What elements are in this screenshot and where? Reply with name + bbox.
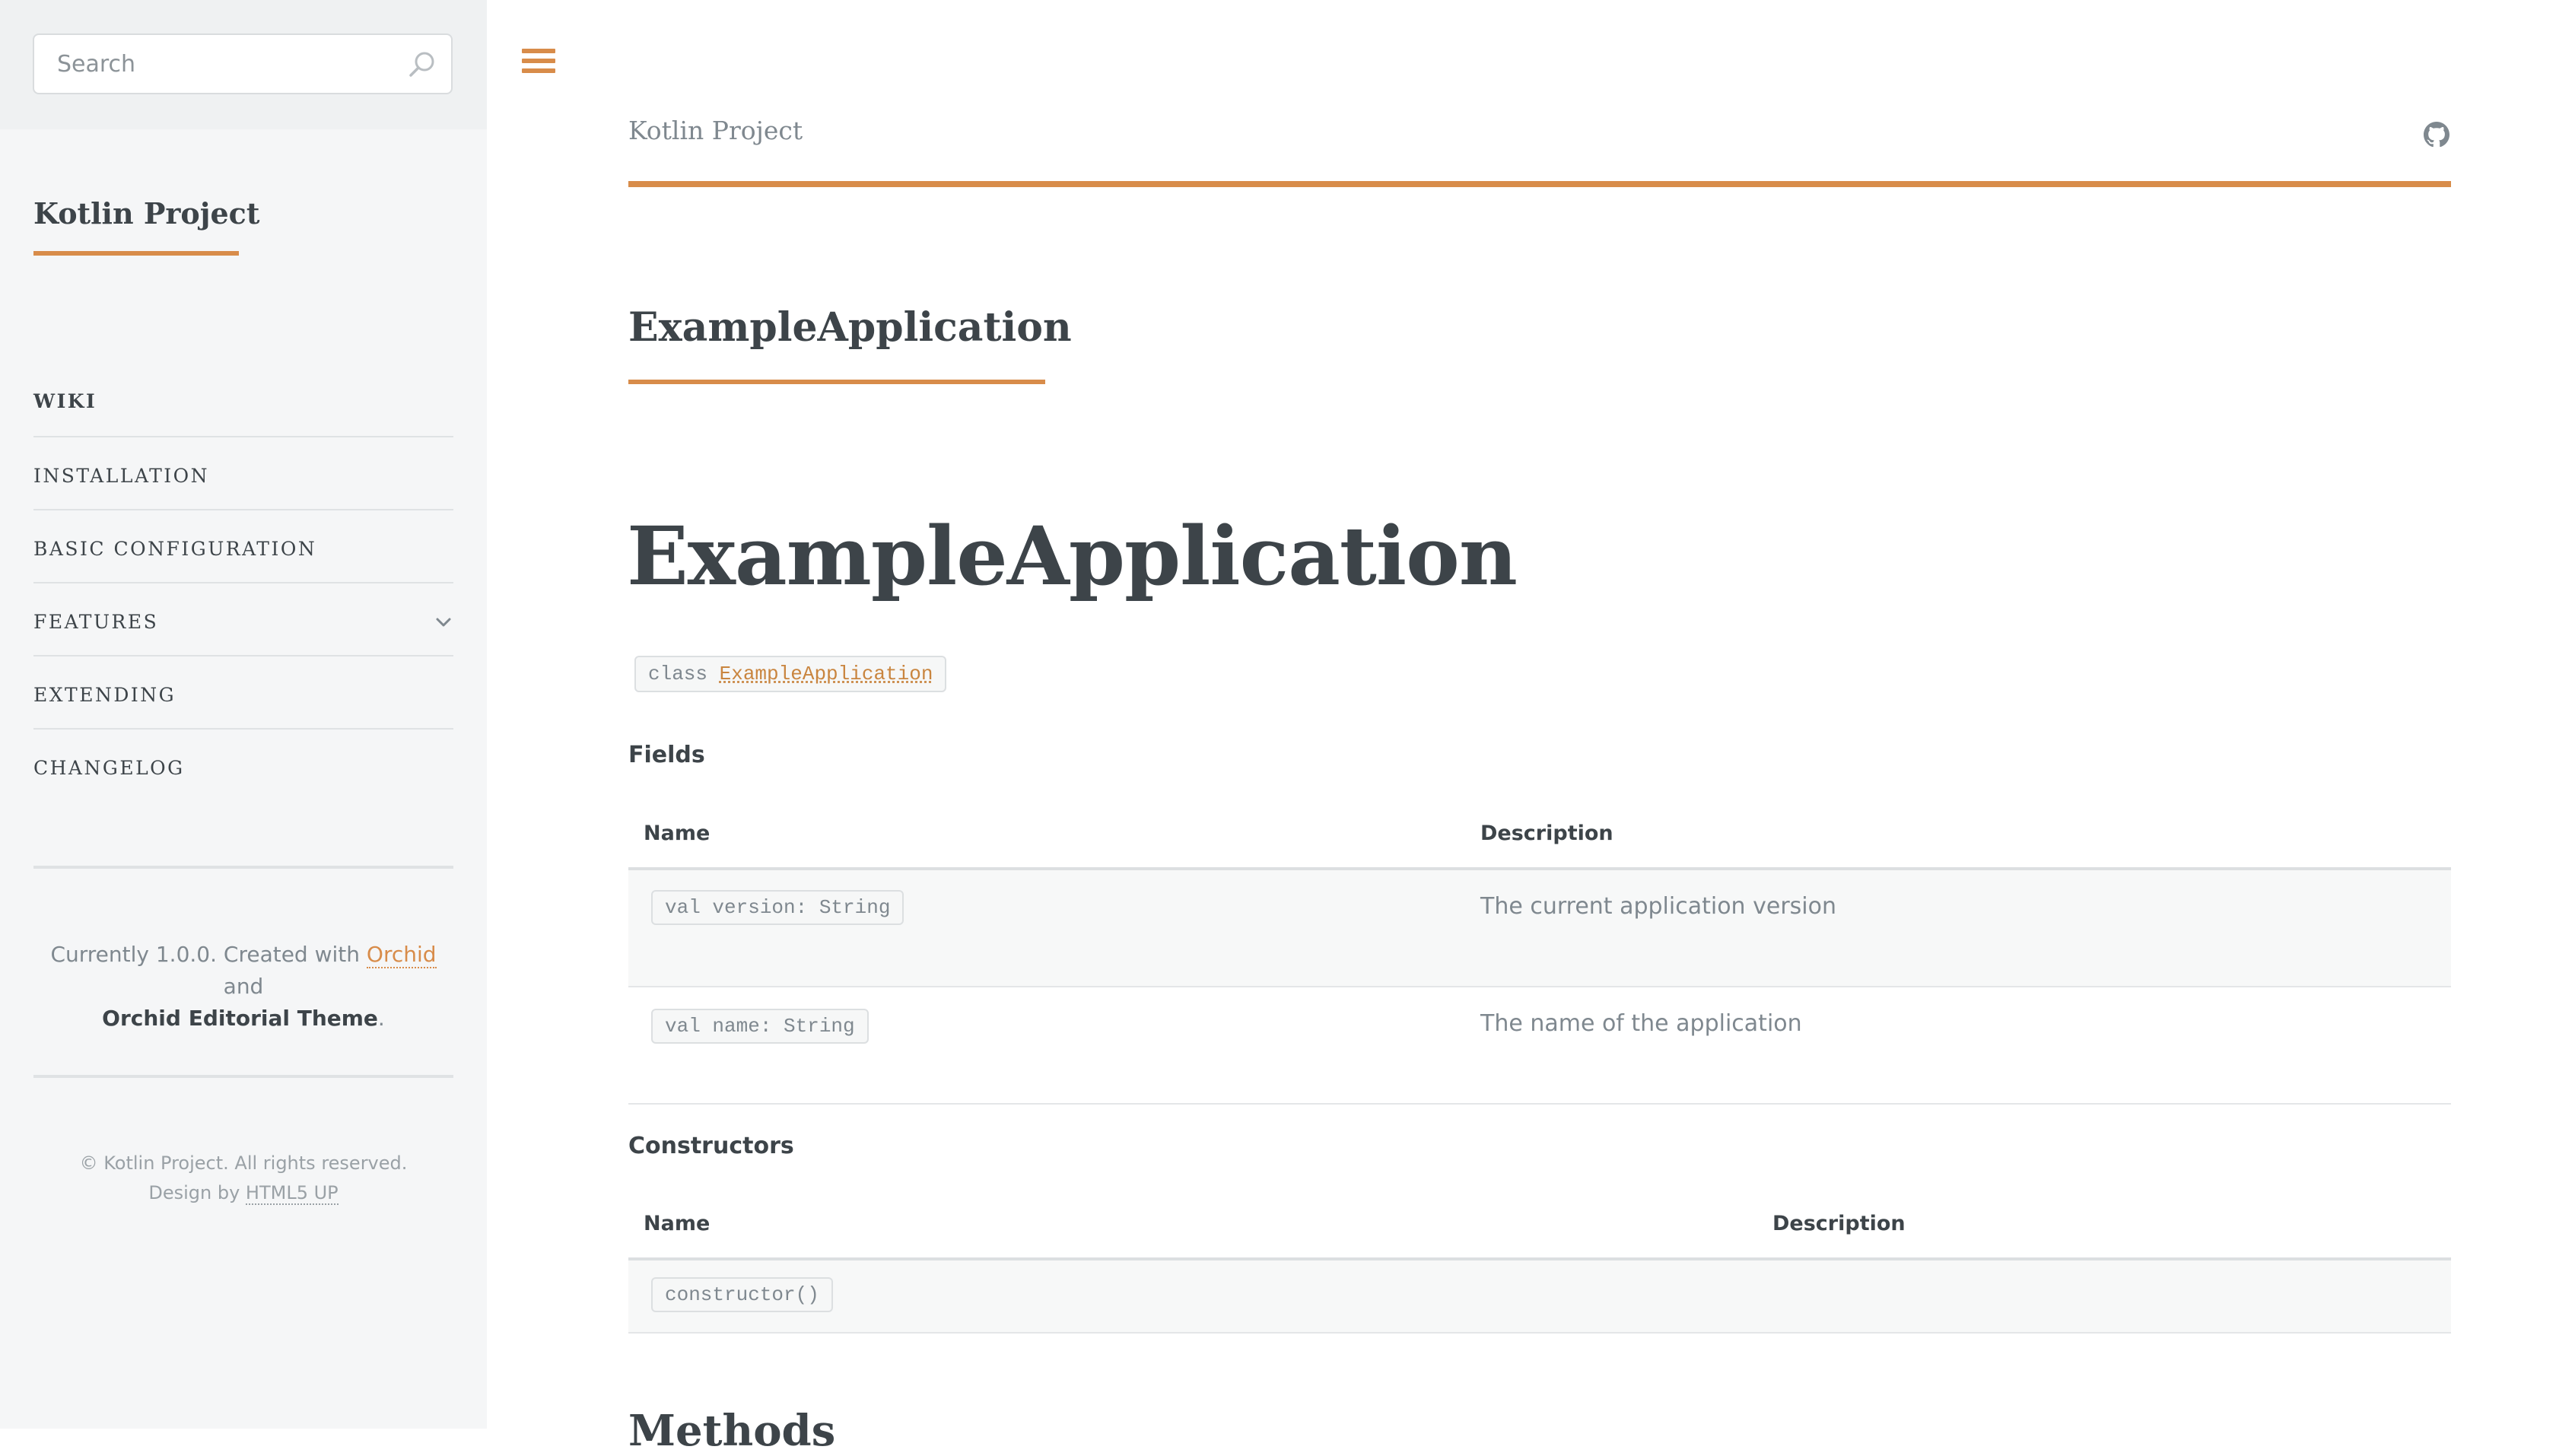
page-title: ExampleApplication: [627, 508, 1518, 603]
search-input[interactable]: [34, 35, 392, 93]
sidebar-nav: WIKI INSTALLATION BASIC CONFIGURATION FE…: [33, 363, 453, 801]
header-accent-rule: [628, 181, 2451, 187]
fields-table: Name Description val version: String The…: [628, 806, 2451, 1105]
sidebar-item-basic-configuration[interactable]: BASIC CONFIGURATION: [33, 509, 453, 582]
class-signature: class ExampleApplication: [634, 656, 947, 692]
sidebar-item-label: FEATURES: [33, 611, 159, 633]
constructor-signature: constructor(): [651, 1277, 833, 1312]
sidebar-divider: [33, 1075, 453, 1078]
orchid-link[interactable]: Orchid: [366, 942, 437, 968]
table-row: constructor(): [628, 1260, 2451, 1334]
sidebar-search-area: [0, 0, 487, 129]
sidebar-item-features[interactable]: FEATURES: [33, 582, 453, 655]
table-row: val version: String The current applicat…: [628, 870, 2451, 987]
table-row: val name: String The name of the applica…: [628, 987, 2451, 1105]
section-title: ExampleApplication: [628, 304, 1072, 351]
sidebar-version-info: Currently 1.0.0. Created with Orchid and…: [33, 939, 453, 1035]
column-header-name: Name: [644, 1212, 711, 1235]
methods-heading: Methods: [628, 1406, 836, 1456]
sidebar-item-label: EXTENDING: [33, 684, 176, 706]
github-icon[interactable]: [2424, 122, 2450, 148]
sidebar: Kotlin Project WIKI INSTALLATION BASIC C…: [0, 0, 487, 1429]
field-signature: val name: String: [651, 1009, 869, 1044]
sidebar-item-changelog[interactable]: CHANGELOG: [33, 728, 453, 801]
design-prefix: Design by: [148, 1182, 246, 1203]
header-site-title[interactable]: Kotlin Project: [628, 116, 803, 145]
constructors-table: Name Description constructor(): [628, 1197, 2451, 1334]
search-icon[interactable]: [407, 49, 437, 80]
field-signature: val version: String: [651, 890, 904, 925]
sidebar-item-label: WIKI: [33, 390, 97, 412]
brand-underline: [33, 251, 239, 256]
theme-name: Orchid Editorial Theme: [102, 1006, 378, 1031]
version-text: Currently 1.0.0. Created with: [50, 942, 367, 967]
field-description: The name of the application: [1480, 1010, 1802, 1037]
class-name-link[interactable]: ExampleApplication: [720, 663, 933, 685]
column-header-description: Description: [1772, 1212, 1906, 1235]
sidebar-item-label: BASIC CONFIGURATION: [33, 538, 317, 560]
chevron-down-icon[interactable]: [434, 612, 453, 632]
sidebar-item-label: CHANGELOG: [33, 757, 185, 779]
sidebar-footer: © Kotlin Project. All rights reserved. D…: [33, 1149, 453, 1208]
and-text: and: [223, 974, 264, 999]
field-description: The current application version: [1480, 893, 1836, 920]
copyright-text: © Kotlin Project. All rights reserved.: [79, 1152, 408, 1174]
class-keyword: class: [648, 663, 708, 685]
constructors-heading: Constructors: [628, 1133, 794, 1159]
sidebar-item-label: INSTALLATION: [33, 465, 210, 487]
period-text: .: [377, 1006, 385, 1031]
sidebar-brand-title[interactable]: Kotlin Project: [33, 196, 259, 230]
sidebar-item-extending[interactable]: EXTENDING: [33, 655, 453, 728]
html5up-link[interactable]: HTML5 UP: [245, 1182, 339, 1205]
column-header-name: Name: [644, 822, 711, 845]
column-header-description: Description: [1480, 822, 1613, 845]
sidebar-item-installation[interactable]: INSTALLATION: [33, 436, 453, 509]
hamburger-menu-icon[interactable]: [522, 49, 555, 79]
sidebar-item-wiki[interactable]: WIKI: [33, 363, 453, 436]
sidebar-divider: [33, 866, 453, 869]
section-underline: [628, 380, 1045, 384]
fields-heading: Fields: [628, 742, 705, 768]
design-credit: Design by HTML5 UP: [33, 1178, 453, 1208]
search-box[interactable]: [33, 33, 453, 94]
